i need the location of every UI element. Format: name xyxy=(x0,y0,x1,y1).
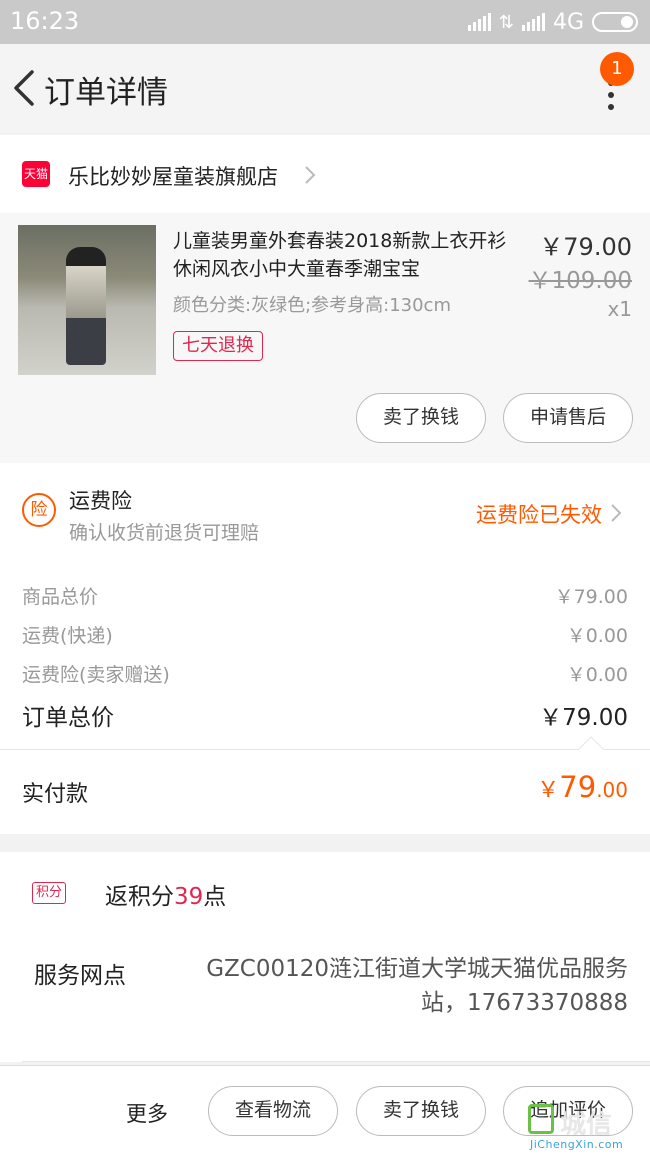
summary-value: ￥79.00 xyxy=(554,586,628,608)
insurance-title: 运费险 xyxy=(69,489,132,513)
order-total-label: 订单总价 xyxy=(22,705,114,731)
signal-icon xyxy=(467,13,491,31)
status-time: 16:23 xyxy=(10,7,80,35)
watermark-box-icon xyxy=(528,1104,554,1134)
status-bar: 16:23 ⇅ 4G xyxy=(0,0,650,44)
summary-label: 运费险(卖家赠送) xyxy=(22,664,170,686)
more-button[interactable]: 更多 xyxy=(126,1098,168,1128)
watermark-logo: 城信 JiChengXin.com xyxy=(528,1104,644,1152)
chevron-right-icon xyxy=(305,166,316,184)
summary-value: ￥0.00 xyxy=(566,664,628,686)
sell-button-bottom[interactable]: 卖了换钱 xyxy=(356,1086,486,1136)
watermark-cn: 城信 xyxy=(560,1110,613,1140)
page-title: 订单详情 xyxy=(44,75,168,111)
paid-label: 实付款 xyxy=(22,782,89,807)
after-sale-button[interactable]: 申请售后 xyxy=(503,393,633,443)
product-price: ￥79.00 xyxy=(539,233,632,261)
order-total-value: ￥79.00 xyxy=(539,705,628,731)
points-prefix: 返积分 xyxy=(105,884,174,910)
summary-row: 商品总价 ￥79.00 xyxy=(22,582,628,612)
points-tag: 积分 xyxy=(32,882,67,904)
product-quantity: x1 xyxy=(607,297,632,321)
order-total-row: 订单总价 ￥79.00 xyxy=(22,698,628,731)
summary-label: 商品总价 xyxy=(22,586,99,608)
signal-icon-2 xyxy=(521,13,545,31)
price-summary: 商品总价 ￥79.00 运费(快递) ￥0.00 运费险(卖家赠送) ￥0.00… xyxy=(0,566,650,749)
product-props: 颜色分类:灰绿色;参考身高:130cm xyxy=(173,295,451,316)
insurance-subtitle: 确认收货前退货可理赔 xyxy=(69,522,260,544)
points-text: 返积分39点 xyxy=(105,877,226,911)
paid-int: 79 xyxy=(559,770,597,804)
back-arrow-icon[interactable] xyxy=(10,68,38,108)
summary-row: 运费(快递) ￥0.00 xyxy=(22,621,628,651)
insurance-icon: 险 xyxy=(22,493,56,527)
watermark-en: JiChengXin.com xyxy=(530,1138,624,1151)
paid-amount-row: 实付款 ￥79.00 xyxy=(0,736,650,834)
sell-button[interactable]: 卖了换钱 xyxy=(356,393,486,443)
seven-day-return-tag: 七天退换 xyxy=(173,331,263,361)
data-transfer-icon: ⇅ xyxy=(498,11,514,33)
service-point-label: 服务网点 xyxy=(34,963,126,989)
status-indicators: ⇅ 4G xyxy=(467,9,638,35)
summary-label: 运费(快递) xyxy=(22,625,113,647)
points-value: 39 xyxy=(174,884,204,910)
chevron-right-icon xyxy=(611,504,622,522)
product-original-price: ￥109.00 xyxy=(528,268,632,294)
points-suffix: 点 xyxy=(203,884,227,910)
insurance-status[interactable]: 运费险已失效 xyxy=(476,499,602,529)
product-item[interactable]: 儿童装男童外套春装2018新款上衣开衫休闲风衣小中大童春季潮宝宝 颜色分类:灰绿… xyxy=(0,213,650,463)
service-point-value: GZC00120涟江街道大学城天猫优品服务站，17673370888 xyxy=(206,956,628,1016)
paid-amount: ￥79.00 xyxy=(537,770,628,804)
product-title[interactable]: 儿童装男童外套春装2018新款上衣开衫休闲风衣小中大童春季潮宝宝 xyxy=(173,227,513,283)
summary-row: 运费险(卖家赠送) ￥0.00 xyxy=(22,660,628,690)
product-thumbnail[interactable] xyxy=(18,225,156,375)
paid-currency: ￥ xyxy=(537,778,560,803)
summary-value: ￥0.00 xyxy=(566,625,628,647)
notification-badge: 1 xyxy=(600,52,634,86)
shipping-insurance-row[interactable]: 险 运费险 确认收货前退货可理赔 运费险已失效 xyxy=(0,463,650,566)
view-logistics-button[interactable]: 查看物流 xyxy=(208,1086,338,1136)
points-section: 积分 返积分39点 服务网点 GZC00120涟江街道大学城天猫优品服务站，17… xyxy=(0,852,650,1062)
tmall-icon: 天猫 xyxy=(22,161,50,187)
battery-icon xyxy=(592,12,638,32)
divider xyxy=(22,1061,650,1062)
shop-name[interactable]: 乐比妙妙屋童装旗舰店 xyxy=(68,161,278,191)
nav-bar: 订单详情 1 xyxy=(0,44,650,132)
shop-row[interactable]: 天猫 乐比妙妙屋童装旗舰店 xyxy=(0,135,650,213)
network-type: 4G xyxy=(552,9,584,35)
paid-dec: .00 xyxy=(596,778,628,802)
